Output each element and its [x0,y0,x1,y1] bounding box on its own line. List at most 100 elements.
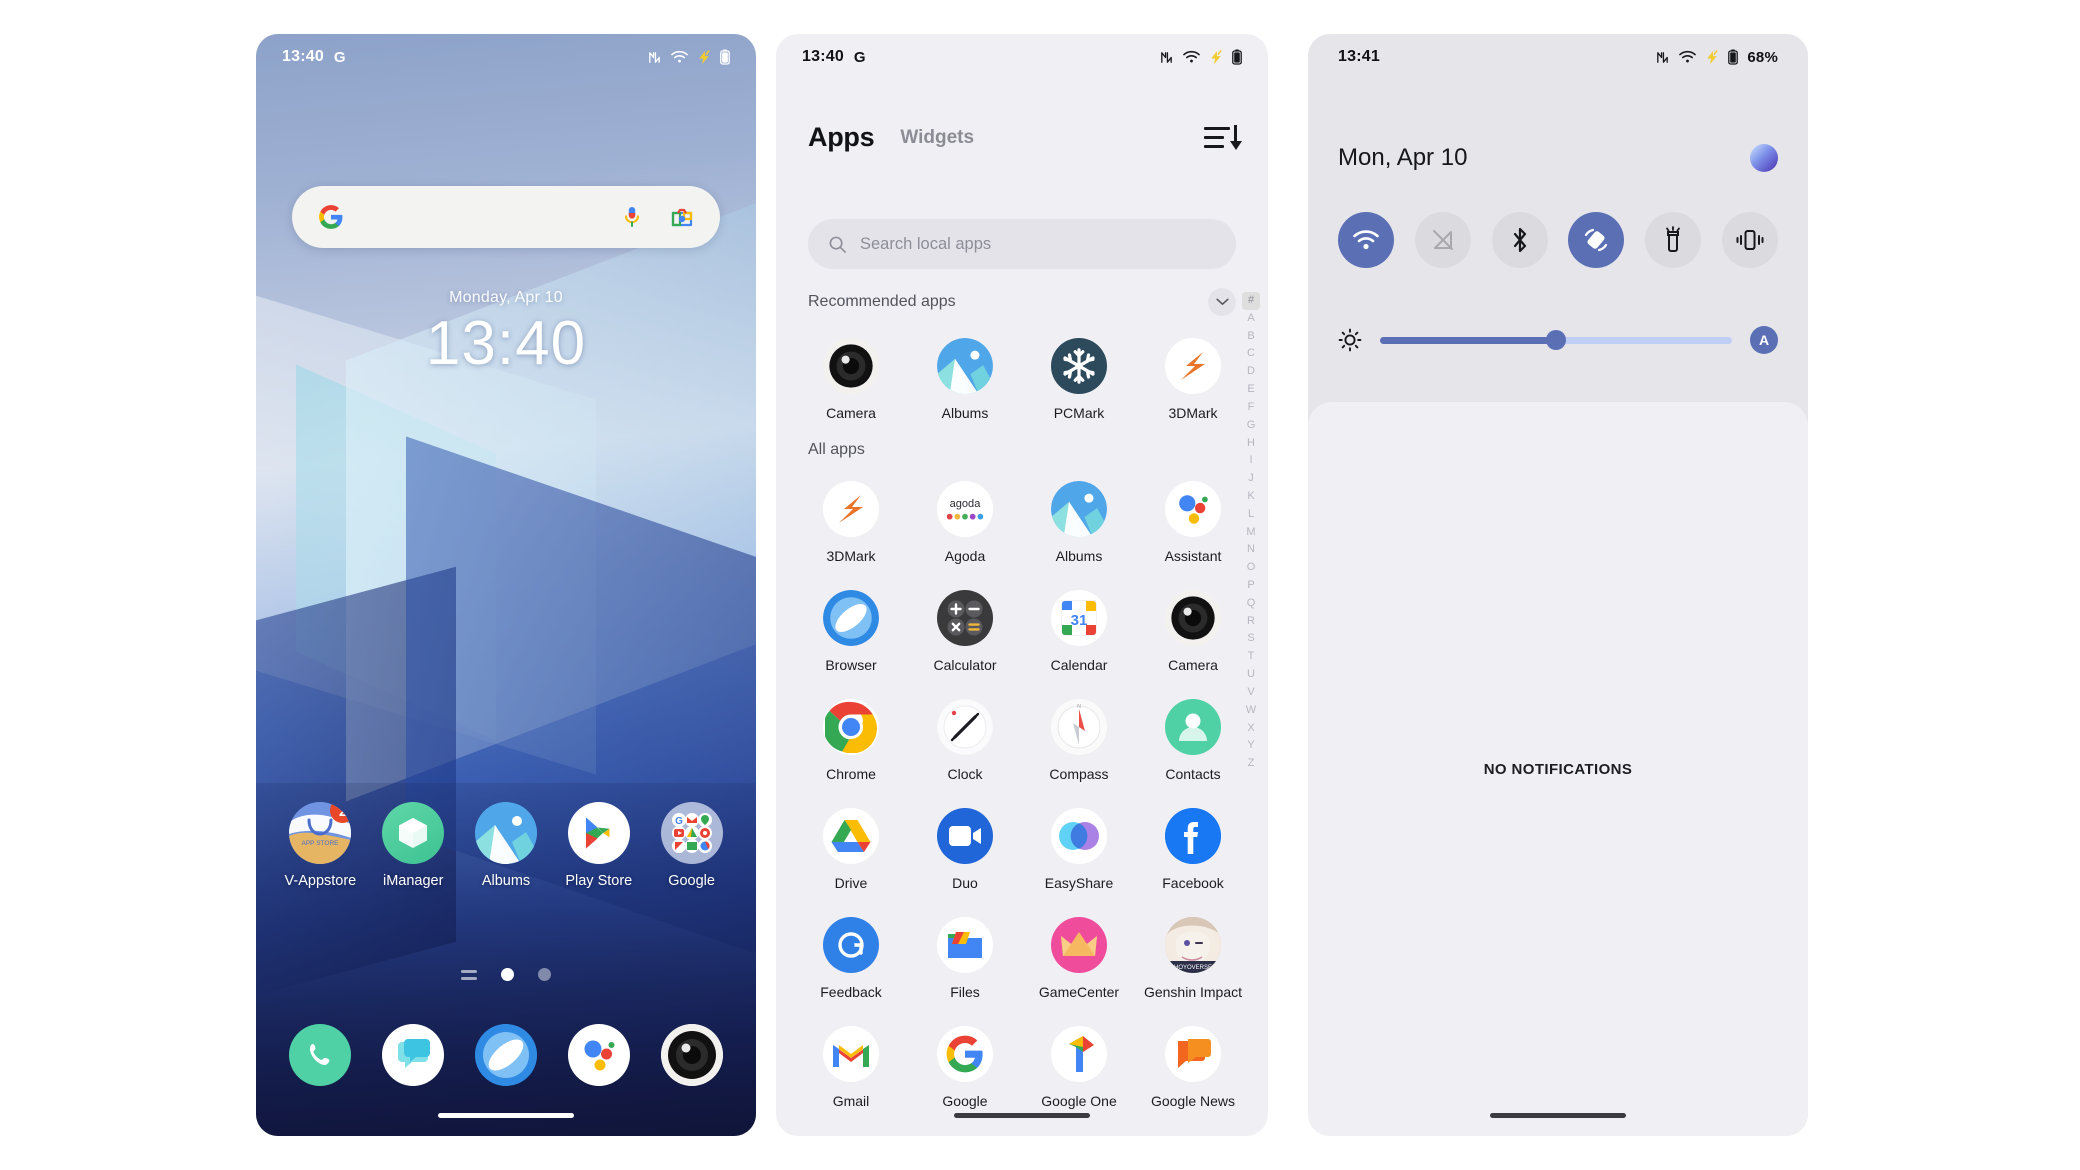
home-app-v-appstore[interactable]: APP STORE 2 V-Appstore [274,802,367,889]
brightness-knob[interactable] [1546,330,1566,350]
battery-icon [1232,49,1242,65]
drawer-app-facebook[interactable]: Facebook [1136,794,1250,903]
drawer-app-clock[interactable]: Clock [908,685,1022,794]
home-app-play-store[interactable]: Play Store [552,802,645,889]
home-app-label: V-Appstore [284,873,357,889]
flashlight-tile[interactable] [1645,212,1702,268]
page-indicator[interactable] [256,968,756,981]
alpha-item[interactable]: W [1242,702,1260,720]
mobile-data-off-tile[interactable] [1414,212,1471,268]
dock-messages[interactable] [367,1024,460,1086]
drawer-app-drive[interactable]: Drive [794,794,908,903]
app-label: Albums [1055,548,1103,564]
wifi-tile[interactable] [1338,212,1394,268]
drawer-app-files[interactable]: Files [908,903,1022,1012]
home-app-albums[interactable]: Albums [460,802,553,889]
alpha-item[interactable]: Z [1242,755,1260,773]
home-folder-google[interactable]: G Google [645,802,738,889]
alpha-item[interactable]: Q [1242,595,1260,613]
alpha-item[interactable]: N [1242,541,1260,559]
google-lens-icon[interactable] [670,206,694,228]
brightness-track[interactable] [1380,330,1732,350]
drawer-app-compass[interactable]: N Compass [1022,685,1136,794]
alpha-item[interactable]: I [1242,452,1260,470]
drawer-app-assistant[interactable]: Assistant [1136,467,1250,576]
dock-camera[interactable] [645,1024,738,1086]
drawer-app-camera[interactable]: Camera [1136,576,1250,685]
dock-browser[interactable] [460,1024,553,1086]
app-label: Genshin Impact [1143,984,1243,1000]
alpha-item[interactable]: F [1242,399,1260,417]
alpha-item[interactable]: U [1242,666,1260,684]
drawer-app-browser[interactable]: Browser [794,576,908,685]
drawer-app-pcmark[interactable]: PCMark [1022,324,1136,433]
drawer-scroll-area[interactable]: Recommended apps Camera Albums PCMark 3D… [776,280,1268,1136]
alpha-item[interactable]: T [1242,648,1260,666]
drawer-app-albums[interactable]: Albums [908,324,1022,433]
drawer-app-albums[interactable]: Albums [1022,467,1136,576]
app-label: Compass [1049,766,1109,782]
page-dot-active[interactable] [501,968,514,981]
drawer-app-3dmark[interactable]: 3DMark [1136,324,1250,433]
alpha-item[interactable]: E [1242,381,1260,399]
assistant-g-icon: G [333,48,346,66]
alpha-item[interactable]: D [1242,363,1260,381]
drawer-app-gmail[interactable]: Gmail [794,1012,908,1121]
drawer-app-calculator[interactable]: Calculator [908,576,1022,685]
bluetooth-tile[interactable] [1491,212,1548,268]
alphabet-index[interactable]: # A B C D E F G H I J K L M N O P Q R S … [1240,292,1262,773]
home-nav-bar[interactable] [438,1113,574,1118]
microphone-icon[interactable] [622,205,642,229]
qs-status-bar: 13:41 68% [1308,34,1808,80]
dock-assistant[interactable] [552,1024,645,1086]
drawer-app-gamecenter[interactable]: GameCenter [1022,903,1136,1012]
alpha-item[interactable]: A [1242,310,1260,328]
page-menu-icon[interactable] [461,969,477,980]
page-dot[interactable] [538,968,551,981]
alpha-item[interactable]: L [1242,506,1260,524]
alpha-item[interactable]: Y [1242,737,1260,755]
tab-widgets[interactable]: Widgets [900,127,974,149]
drawer-app-duo[interactable]: Duo [908,794,1022,903]
drawer-app-genshin-impact[interactable]: HOYOVERSE Genshin Impact [1136,903,1250,1012]
tab-apps[interactable]: Apps [808,122,875,153]
qs-nav-bar[interactable] [1490,1113,1626,1118]
alpha-item[interactable]: R [1242,613,1260,631]
drawer-app-agoda[interactable]: agoda Agoda [908,467,1022,576]
dock-phone[interactable] [274,1024,367,1086]
drawer-app-feedback[interactable]: Feedback [794,903,908,1012]
drawer-app-3dmark[interactable]: 3DMark [794,467,908,576]
drawer-app-contacts[interactable]: Contacts [1136,685,1250,794]
google-search-widget[interactable] [292,186,720,248]
alpha-item[interactable]: S [1242,630,1260,648]
drawer-app-google[interactable]: Google [908,1012,1022,1121]
alpha-item[interactable]: # [1242,292,1260,310]
home-app-imanager[interactable]: iManager [367,802,460,889]
drawer-app-chrome[interactable]: Chrome [794,685,908,794]
drawer-app-google-news[interactable]: Google News [1136,1012,1250,1121]
alpha-item[interactable]: O [1242,559,1260,577]
user-avatar[interactable] [1750,144,1778,172]
alpha-item[interactable]: C [1242,345,1260,363]
alpha-item[interactable]: M [1242,524,1260,542]
alpha-item[interactable]: V [1242,684,1260,702]
alpha-item[interactable]: J [1242,470,1260,488]
drawer-app-camera[interactable]: Camera [794,324,908,433]
drawer-app-easyshare[interactable]: EasyShare [1022,794,1136,903]
ringer-vibrate-tile[interactable] [1721,212,1778,268]
drawer-app-calendar[interactable]: 31 Calendar [1022,576,1136,685]
clock-widget[interactable]: Monday, Apr 10 13:40 [256,289,756,380]
drawer-app-google-one[interactable]: Google One [1022,1012,1136,1121]
auto-brightness-button[interactable]: A [1750,326,1778,354]
alpha-item[interactable]: X [1242,720,1260,738]
alpha-item[interactable]: H [1242,435,1260,453]
alpha-item[interactable]: B [1242,328,1260,346]
alpha-item[interactable]: K [1242,488,1260,506]
auto-rotate-tile[interactable] [1568,212,1625,268]
drawer-nav-bar[interactable] [954,1113,1090,1118]
sort-icon[interactable] [1204,124,1242,152]
chevron-down-icon[interactable] [1208,288,1236,316]
alpha-item[interactable]: G [1242,417,1260,435]
alpha-item[interactable]: P [1242,577,1260,595]
search-input[interactable]: Search local apps [808,219,1236,269]
